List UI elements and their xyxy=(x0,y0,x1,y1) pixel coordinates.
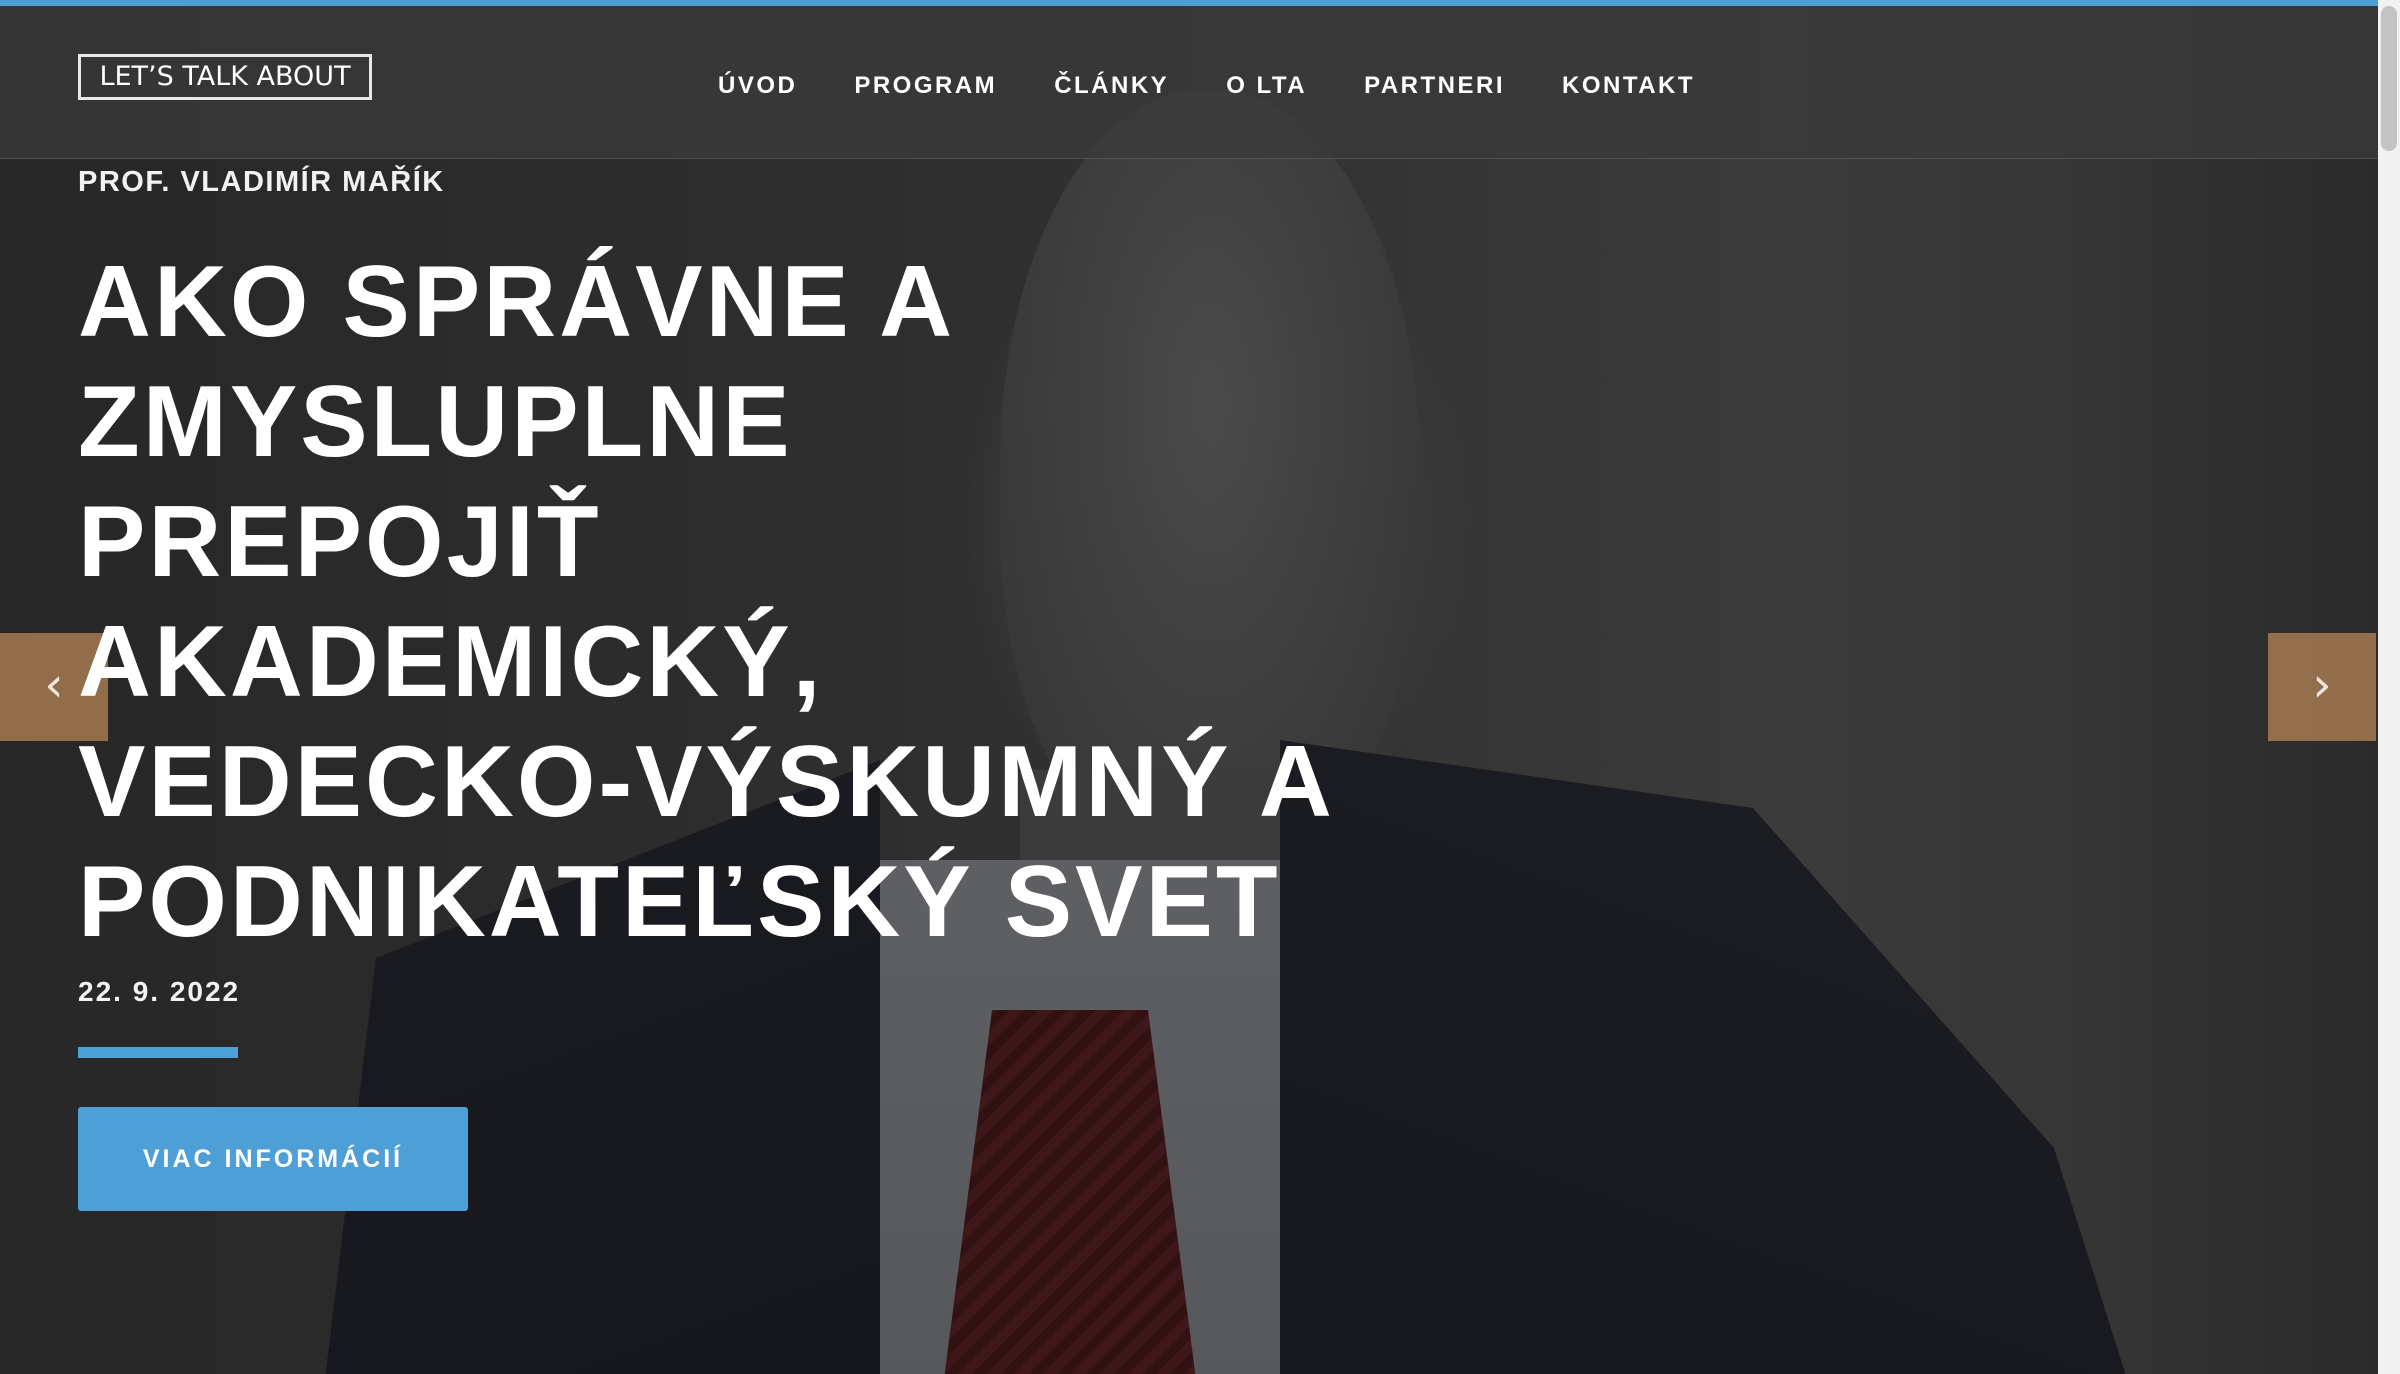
event-date: 22. 9. 2022 xyxy=(78,976,241,1007)
nav-item-o-lta[interactable]: O LTA xyxy=(1226,68,1307,104)
more-info-button[interactable]: VIAC INFORMÁCIÍ xyxy=(78,1107,468,1211)
date-divider xyxy=(78,1047,238,1058)
top-accent-bar xyxy=(0,0,2400,6)
speaker-name: PROF. VLADIMÍR MAŘÍK xyxy=(78,166,445,198)
scrollbar-thumb[interactable] xyxy=(2381,6,2397,151)
site-header: LET’S TALK ABOUT ÚVOD PROGRAM ČLÁNKY O L… xyxy=(0,6,2378,159)
hero-title-line: PREPOJIŤ xyxy=(78,486,602,598)
hero-title-line: VEDECKO-VÝSKUMNÝ A xyxy=(78,726,1335,838)
hero-title-line: AKADEMICKÝ, xyxy=(78,606,824,718)
hero-slider: ‹ › PROF. VLADIMÍR MAŘÍK AKO SPRÁVNE A Z… xyxy=(0,0,2378,1374)
hero-title-line: PODNIKATEĽSKÝ SVET xyxy=(78,846,1281,958)
hero-title: AKO SPRÁVNE A ZMYSLUPLNE PREPOJIŤ AKADEM… xyxy=(78,242,1478,962)
slider-next-button[interactable]: › xyxy=(2268,633,2376,741)
nav-item-clanky[interactable]: ČLÁNKY xyxy=(1054,68,1169,104)
nav-item-uvod[interactable]: ÚVOD xyxy=(718,68,797,104)
hero-title-line: ZMYSLUPLNE xyxy=(78,366,793,478)
hero-title-line: AKO SPRÁVNE A xyxy=(78,246,956,358)
chevron-left-icon: ‹ xyxy=(44,657,64,713)
page-scrollbar[interactable] xyxy=(2378,0,2400,1374)
site-logo[interactable]: LET’S TALK ABOUT xyxy=(78,54,372,100)
chevron-right-icon: › xyxy=(2312,657,2332,713)
nav-item-program[interactable]: PROGRAM xyxy=(854,68,997,104)
nav-item-partneri[interactable]: PARTNERI xyxy=(1364,68,1505,104)
main-nav: ÚVOD PROGRAM ČLÁNKY O LTA PARTNERI KONTA… xyxy=(718,68,1752,104)
nav-item-kontakt[interactable]: KONTAKT xyxy=(1562,68,1695,104)
